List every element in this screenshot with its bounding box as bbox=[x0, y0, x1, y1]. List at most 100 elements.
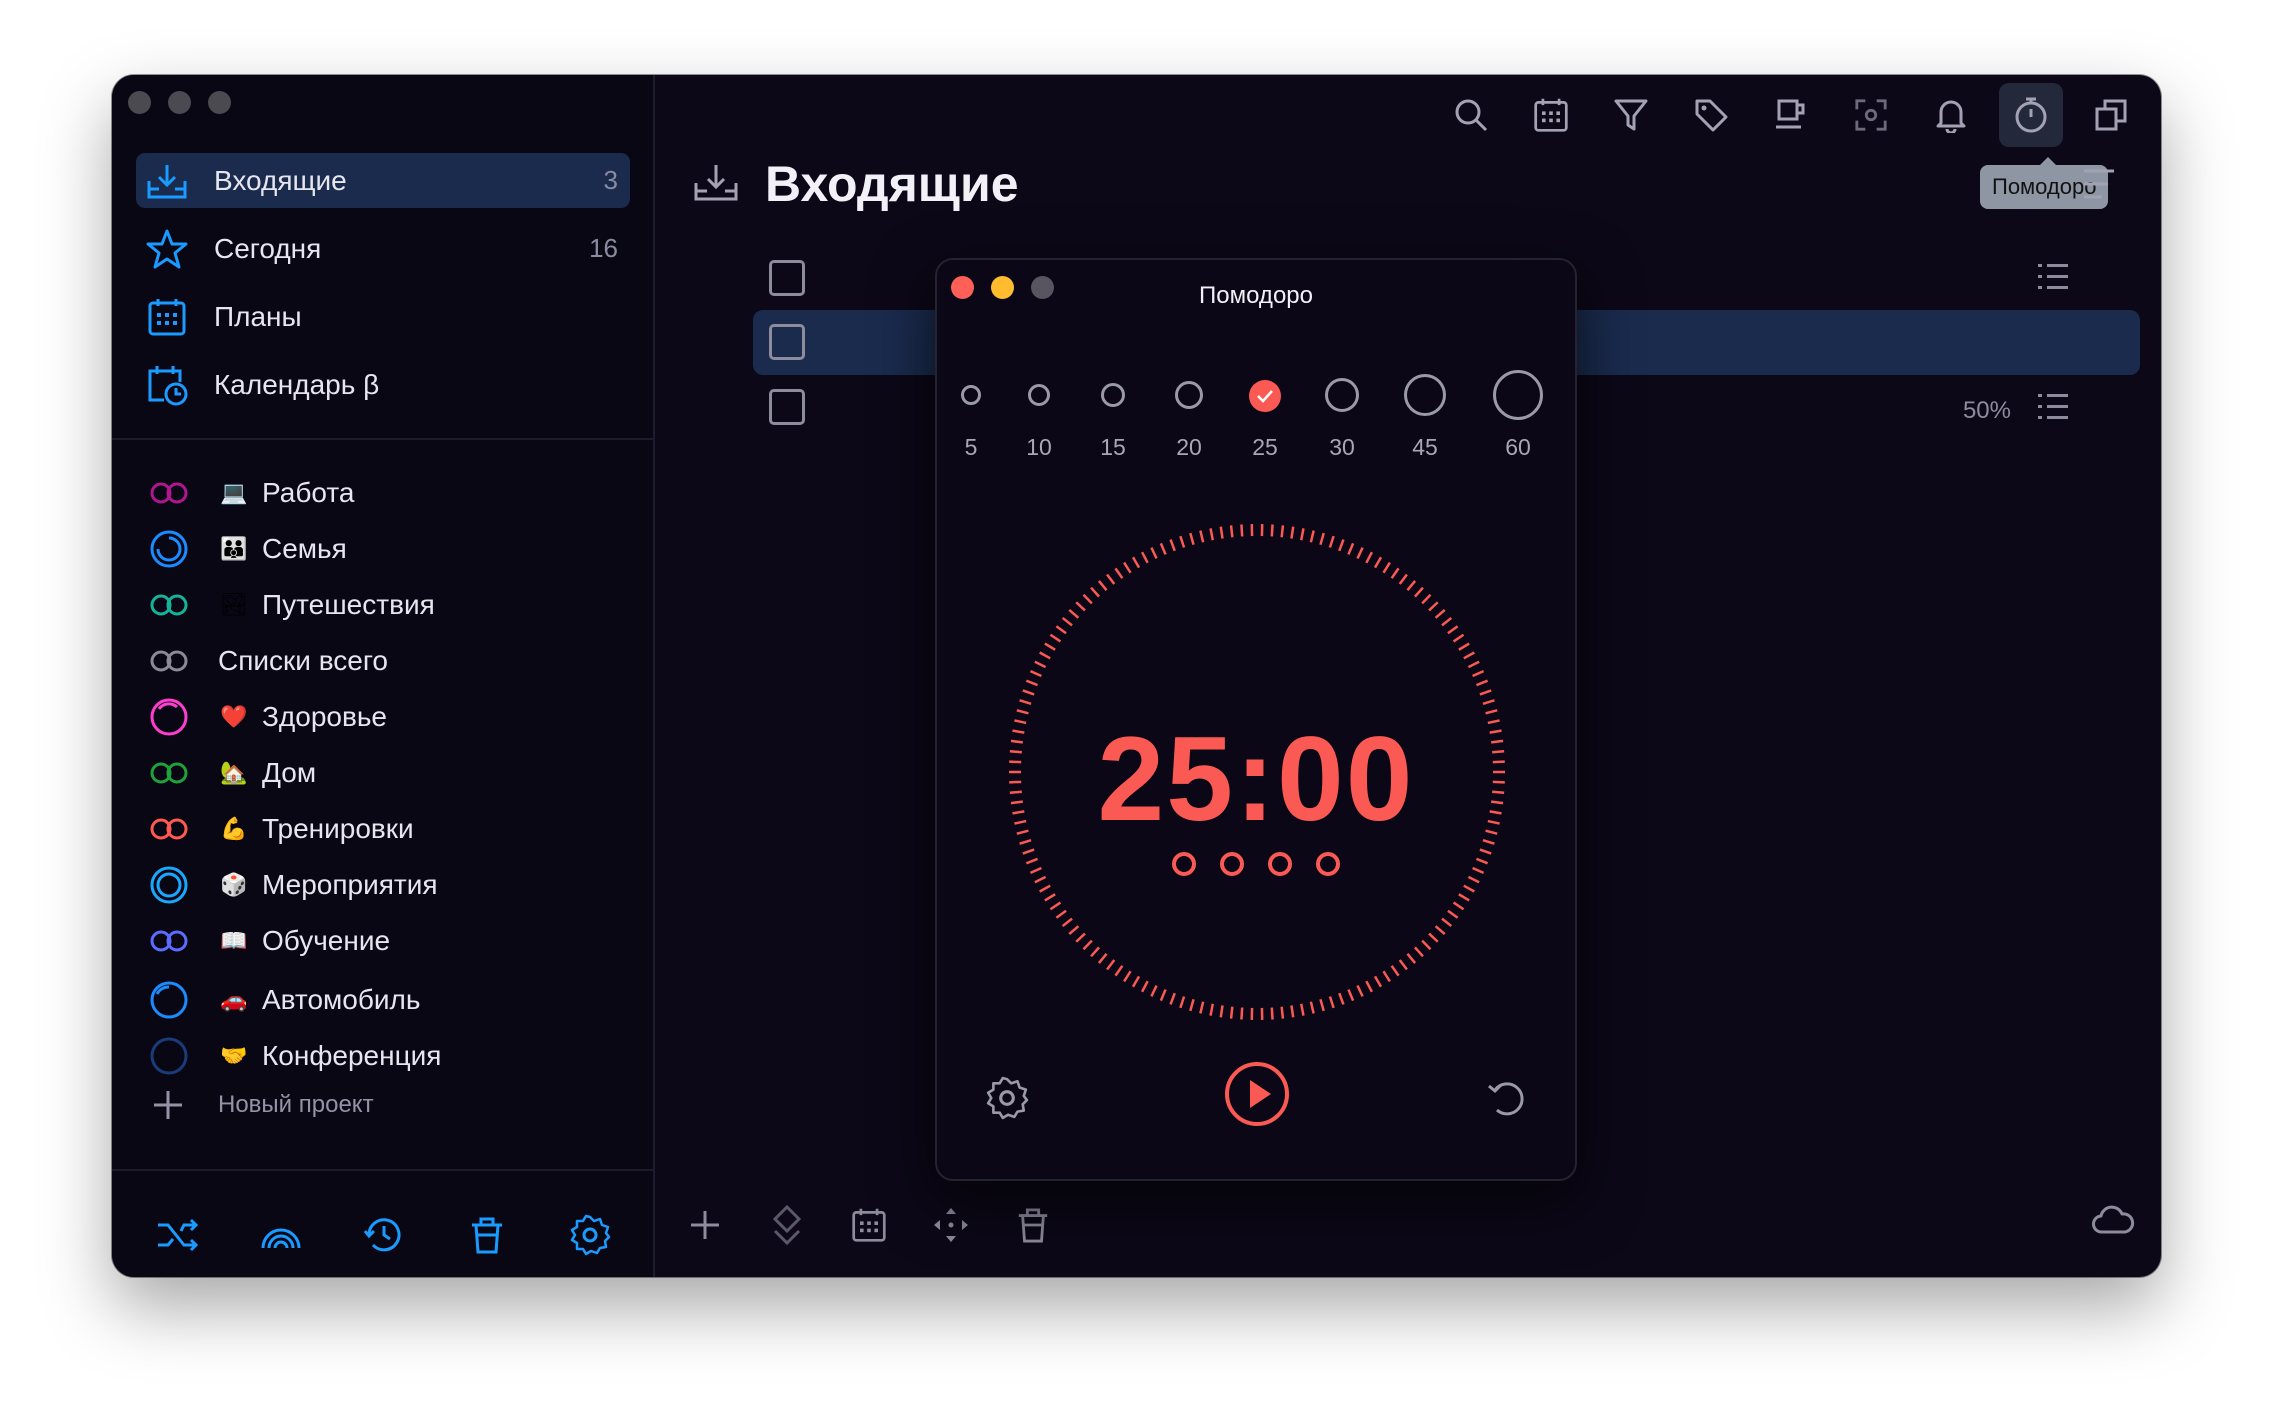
dial-tick bbox=[1270, 524, 1274, 537]
page-title: Входящие bbox=[765, 156, 1019, 212]
duration-option[interactable]: 10 bbox=[1023, 370, 1055, 460]
sidebar-item-calendar[interactable]: Календарь β bbox=[136, 357, 630, 412]
project-item[interactable]: 💻 Работа bbox=[148, 468, 354, 518]
cloud-icon[interactable] bbox=[2091, 1205, 2135, 1235]
task-checkbox[interactable] bbox=[769, 260, 805, 296]
project-item[interactable]: 📖 Обучение bbox=[148, 916, 390, 966]
duration-option[interactable]: 30 bbox=[1322, 370, 1362, 460]
duration-label: 45 bbox=[1412, 434, 1438, 460]
start-timer-button[interactable] bbox=[1223, 1060, 1291, 1128]
project-emoji: 🏞 bbox=[220, 592, 248, 617]
dial-tick bbox=[1290, 1005, 1295, 1018]
reset-timer-button[interactable] bbox=[1481, 1072, 1533, 1124]
project-item[interactable]: 🎲 Мероприятия bbox=[148, 860, 438, 910]
close-window-button[interactable] bbox=[128, 91, 151, 114]
dial-tick bbox=[1068, 609, 1080, 619]
duration-option[interactable]: 45 bbox=[1403, 370, 1447, 460]
pomodoro-title: Помодоро bbox=[1199, 282, 1313, 309]
dial-tick bbox=[1029, 669, 1042, 678]
dial-tick bbox=[1299, 1003, 1305, 1016]
dial-tick bbox=[1434, 925, 1446, 935]
minimize-window-button[interactable] bbox=[168, 91, 191, 114]
diamond-button[interactable] bbox=[757, 1195, 817, 1255]
dial-tick bbox=[1049, 633, 1062, 643]
task-checkbox[interactable] bbox=[769, 324, 805, 360]
tag-button[interactable] bbox=[1679, 83, 1743, 147]
checklist-icon[interactable] bbox=[2037, 261, 2069, 293]
add-task-button[interactable] bbox=[675, 1195, 735, 1255]
project-item[interactable]: Списки всего bbox=[148, 636, 388, 686]
duration-radio bbox=[1175, 381, 1203, 409]
checklist-icon[interactable] bbox=[2037, 391, 2069, 423]
shuffle-icon[interactable] bbox=[154, 1211, 202, 1259]
pomodoro-settings-button[interactable] bbox=[981, 1072, 1033, 1124]
dial-tick bbox=[1382, 970, 1391, 983]
search-button[interactable] bbox=[1439, 83, 1503, 147]
focus-button[interactable] bbox=[1839, 83, 1903, 147]
dial-tick bbox=[1447, 625, 1459, 635]
sidebar-item-count: 3 bbox=[603, 165, 618, 195]
dial-tick bbox=[1447, 909, 1459, 919]
sidebar-item-plans[interactable]: Планы bbox=[136, 289, 630, 344]
sidebar-divider bbox=[112, 438, 655, 440]
dial-tick bbox=[1452, 901, 1465, 911]
sidebar-item-inbox[interactable]: Входящие 3 bbox=[136, 153, 630, 208]
duration-option[interactable]: 60 bbox=[1493, 370, 1543, 460]
project-item[interactable]: 💪 Тренировки bbox=[148, 804, 414, 854]
pomodoro-window: Помодоро 5 10 15 20 25 30 45 60 25:00 bbox=[935, 258, 1577, 1181]
copy-button[interactable] bbox=[2079, 83, 2143, 147]
notifications-button[interactable] bbox=[1919, 83, 1983, 147]
calendar-button[interactable] bbox=[1519, 83, 1583, 147]
dial-tick bbox=[1441, 917, 1453, 928]
project-item[interactable]: 🤝 Конференция bbox=[148, 1031, 441, 1081]
window-controls bbox=[128, 91, 231, 114]
filter-button[interactable] bbox=[1599, 83, 1663, 147]
project-item[interactable]: 🏞 Путешествия bbox=[148, 580, 435, 630]
duration-option[interactable]: 15 bbox=[1097, 370, 1129, 460]
dial-tick bbox=[1068, 925, 1080, 935]
project-label: Конференция bbox=[262, 1040, 442, 1071]
dial-tick bbox=[1240, 524, 1244, 537]
dial-tick bbox=[1434, 609, 1446, 619]
project-label: Семья bbox=[262, 533, 347, 564]
duration-option[interactable]: 20 bbox=[1171, 370, 1207, 460]
zoom-window-button[interactable] bbox=[208, 91, 231, 114]
project-item[interactable]: 🏡 Дом bbox=[148, 748, 316, 798]
session-dot bbox=[1172, 852, 1196, 876]
new-project-button[interactable]: Новый проект bbox=[148, 1085, 374, 1125]
move-button[interactable] bbox=[921, 1195, 981, 1255]
dial-tick bbox=[1090, 946, 1101, 958]
pomodoro-button[interactable] bbox=[1999, 83, 2063, 147]
dial-tick bbox=[1463, 651, 1475, 660]
gear-icon[interactable] bbox=[566, 1211, 614, 1259]
copy-icon bbox=[2095, 99, 2127, 131]
coffee-button[interactable] bbox=[1759, 83, 1823, 147]
dial-tick bbox=[1019, 699, 1032, 705]
dial-tick bbox=[1034, 875, 1047, 884]
project-item[interactable]: 🚗 Автомобиль bbox=[148, 975, 420, 1025]
session-indicators bbox=[937, 852, 1575, 876]
dial-tick bbox=[1022, 689, 1035, 696]
project-item[interactable]: 👪 Семья bbox=[148, 524, 347, 574]
rainbow-icon[interactable] bbox=[257, 1211, 305, 1259]
dial-tick bbox=[1475, 679, 1489, 687]
duration-option[interactable]: 5 bbox=[955, 370, 987, 460]
calendar-grid-icon bbox=[852, 1208, 886, 1242]
dial-tick bbox=[1373, 556, 1383, 569]
calendar-grid-icon bbox=[146, 296, 188, 338]
sidebar-item-today[interactable]: Сегодня 16 bbox=[136, 221, 630, 276]
dial-tick bbox=[1413, 586, 1424, 598]
dial-tick bbox=[1390, 567, 1400, 579]
dial-tick bbox=[1280, 525, 1285, 538]
project-item[interactable]: ❤️ Здоровье bbox=[148, 692, 387, 742]
delete-button[interactable] bbox=[1003, 1195, 1063, 1255]
sort-lines-icon[interactable] bbox=[2082, 167, 2116, 203]
dial-tick bbox=[1044, 893, 1056, 902]
dial-tick bbox=[1090, 586, 1101, 598]
schedule-button[interactable] bbox=[839, 1195, 899, 1255]
task-checkbox[interactable] bbox=[769, 389, 805, 425]
project-emoji: 🚗 bbox=[220, 987, 248, 1012]
duration-option-selected[interactable]: 25 bbox=[1247, 370, 1283, 460]
trash-icon[interactable] bbox=[463, 1211, 511, 1259]
history-icon[interactable] bbox=[360, 1211, 408, 1259]
